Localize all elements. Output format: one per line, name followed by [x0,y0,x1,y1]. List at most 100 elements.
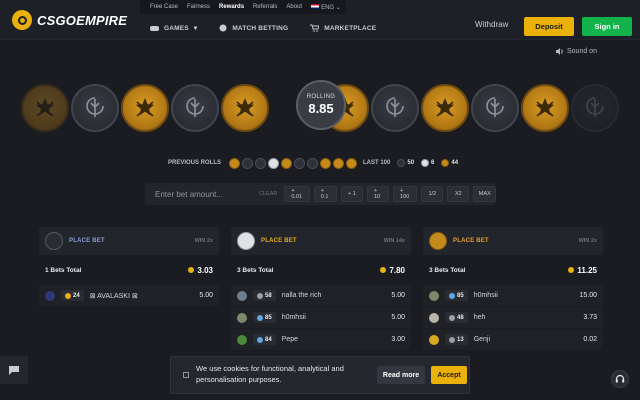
ct-roll-icon [307,157,319,169]
bet-amount: 5.00 [391,292,405,299]
avatar[interactable] [429,290,439,301]
nav-marketplace[interactable]: MARKETPLACE [310,24,376,32]
avatar[interactable] [45,290,55,301]
bets-list: 24 ⊠ AVALASKI ⊠ 5.00 [39,285,219,307]
nav-rewards[interactable]: Rewards [219,4,244,10]
bets-list: 58 nalla the rich 5.00 85 h0mhsii 5.00 84 Pepe 3… [231,285,411,351]
t-roll-icon [320,157,332,169]
bet-row: 48 heh 3.73 [423,307,603,329]
avatar[interactable] [429,312,439,323]
support-button[interactable] [611,370,629,388]
withdraw-link[interactable]: Withdraw [475,20,508,29]
ct-roll-icon [255,157,267,169]
place-bet-button[interactable]: PLACE BET WIN 14x [231,227,411,255]
bet-chip-button[interactable]: + 10 [366,186,389,202]
username[interactable]: Genji [474,336,490,343]
logo-icon [12,10,32,30]
win-multiplier: WIN 14x [383,238,405,244]
coin-icon [380,267,387,273]
level-icon [257,336,263,343]
place-bet-button[interactable]: PLACE BET WIN 2x [423,227,603,255]
bet-chip-button[interactable]: + 0.1 [313,186,337,202]
bets-total-label: 1 Bets Total [45,266,82,274]
coin-icon [568,267,575,273]
t-roll-icon [333,157,345,169]
level-badge: 13 [445,334,468,345]
t-count-value: 44 [451,160,459,166]
bets-list: 85 h0mhsii 15.00 48 heh 3.73 13 Genji 0.02 [423,285,603,351]
username[interactable]: heh [474,314,486,321]
previous-rolls-list [229,157,358,169]
ct-roll-icon [294,157,306,169]
bet-amount: 5.00 [199,292,213,299]
username[interactable]: h0mhsii [282,314,306,321]
read-more-button[interactable]: Read more [377,366,425,384]
bet-chip-button[interactable]: + 100 [393,186,418,202]
level-icon [257,292,263,299]
clear-button[interactable]: CLEAR [259,191,277,197]
place-bet-button[interactable]: PLACE BET WIN 2x [39,227,219,255]
t-emblem-icon [235,98,255,117]
chat-toggle-button[interactable] [0,356,28,384]
nav-about[interactable]: About [286,4,302,10]
bets-total-amount: 7.80 [380,266,405,275]
bet-chip-button[interactable]: X2 [447,186,470,202]
logo[interactable]: CSGOEMPIRE [12,8,127,32]
rolling-label: ROLLING [306,94,336,100]
bet-chip-button[interactable]: + 1 [340,186,363,202]
rolling-value: 8.85 [308,101,334,116]
previous-rolls: PREVIOUS ROLLS LAST 100 50 6 44 [168,157,458,169]
username[interactable]: Pepe [282,336,298,343]
t-coin-icon [429,232,447,250]
gamepad-icon [150,25,159,31]
avatar[interactable] [237,334,247,345]
nav-free-case[interactable]: Free Case [150,4,178,10]
uk-flag-icon [311,4,320,10]
sound-toggle[interactable]: Sound on [556,48,597,55]
t-bet-column: PLACE BET WIN 2x 3 Bets Total 11.25 85 h0mhsi… [423,227,603,351]
language-label: ENG [321,4,335,11]
dice-coin-icon [237,232,255,250]
username[interactable]: ⊠ AVALASKI ⊠ [90,292,138,300]
sign-in-button[interactable]: Sign in [582,17,632,36]
bet-amount-input[interactable] [155,189,251,199]
username[interactable]: nalla the rich [282,292,322,299]
accept-cookies-button[interactable]: Accept [431,366,467,384]
avatar[interactable] [429,334,439,345]
bets-total-label: 3 Bets Total [237,266,274,274]
nav-fairness[interactable]: Fairness [187,4,210,10]
chat-icon [9,365,19,375]
bet-chips: + 0.01 + 0.1 + 1 + 10 + 100 1/2 X2 MAX [284,186,500,202]
t-coin [421,84,469,132]
close-icon[interactable] [183,372,189,378]
bet-row: 58 nalla the rich 5.00 [231,285,411,307]
ct-emblem-icon [386,97,404,117]
nav-games[interactable]: GAMES ▾ [150,24,197,32]
bet-amount: 5.00 [391,314,405,321]
bet-chip-button[interactable]: + 0.01 [284,186,310,202]
t-roll-icon [229,157,241,169]
nav-marketplace-label: MARKETPLACE [324,24,377,32]
dice-coin-icon [421,159,430,167]
bet-chip-button[interactable]: MAX [473,186,497,202]
avatar[interactable] [237,290,247,301]
cart-icon [310,24,320,32]
bet-chip-button[interactable]: 1/2 [421,186,444,202]
ct-emblem-icon [486,97,504,117]
avatar[interactable] [237,312,247,323]
cookie-banner: We use cookies for functional, analytica… [170,356,470,394]
deposit-button[interactable]: Deposit [524,17,574,36]
place-bet-label: PLACE BET [453,238,489,244]
t-roll-icon [281,157,293,169]
ct-coin-icon [397,159,406,167]
coin-icon [188,267,195,273]
bets-total-amount: 11.25 [568,266,597,275]
nav-referrals[interactable]: Referrals [253,4,277,10]
previous-rolls-label: PREVIOUS ROLLS [168,160,222,166]
nav-match-betting[interactable]: MATCH BETTING [219,24,288,32]
language-selector[interactable]: ENG ⌄ [311,4,341,11]
username[interactable]: h0mhsii [474,292,498,299]
level-value: 58 [265,292,272,299]
place-bet-label: PLACE BET [69,238,105,244]
bets-total-row: 3 Bets Total 11.25 [423,255,603,285]
